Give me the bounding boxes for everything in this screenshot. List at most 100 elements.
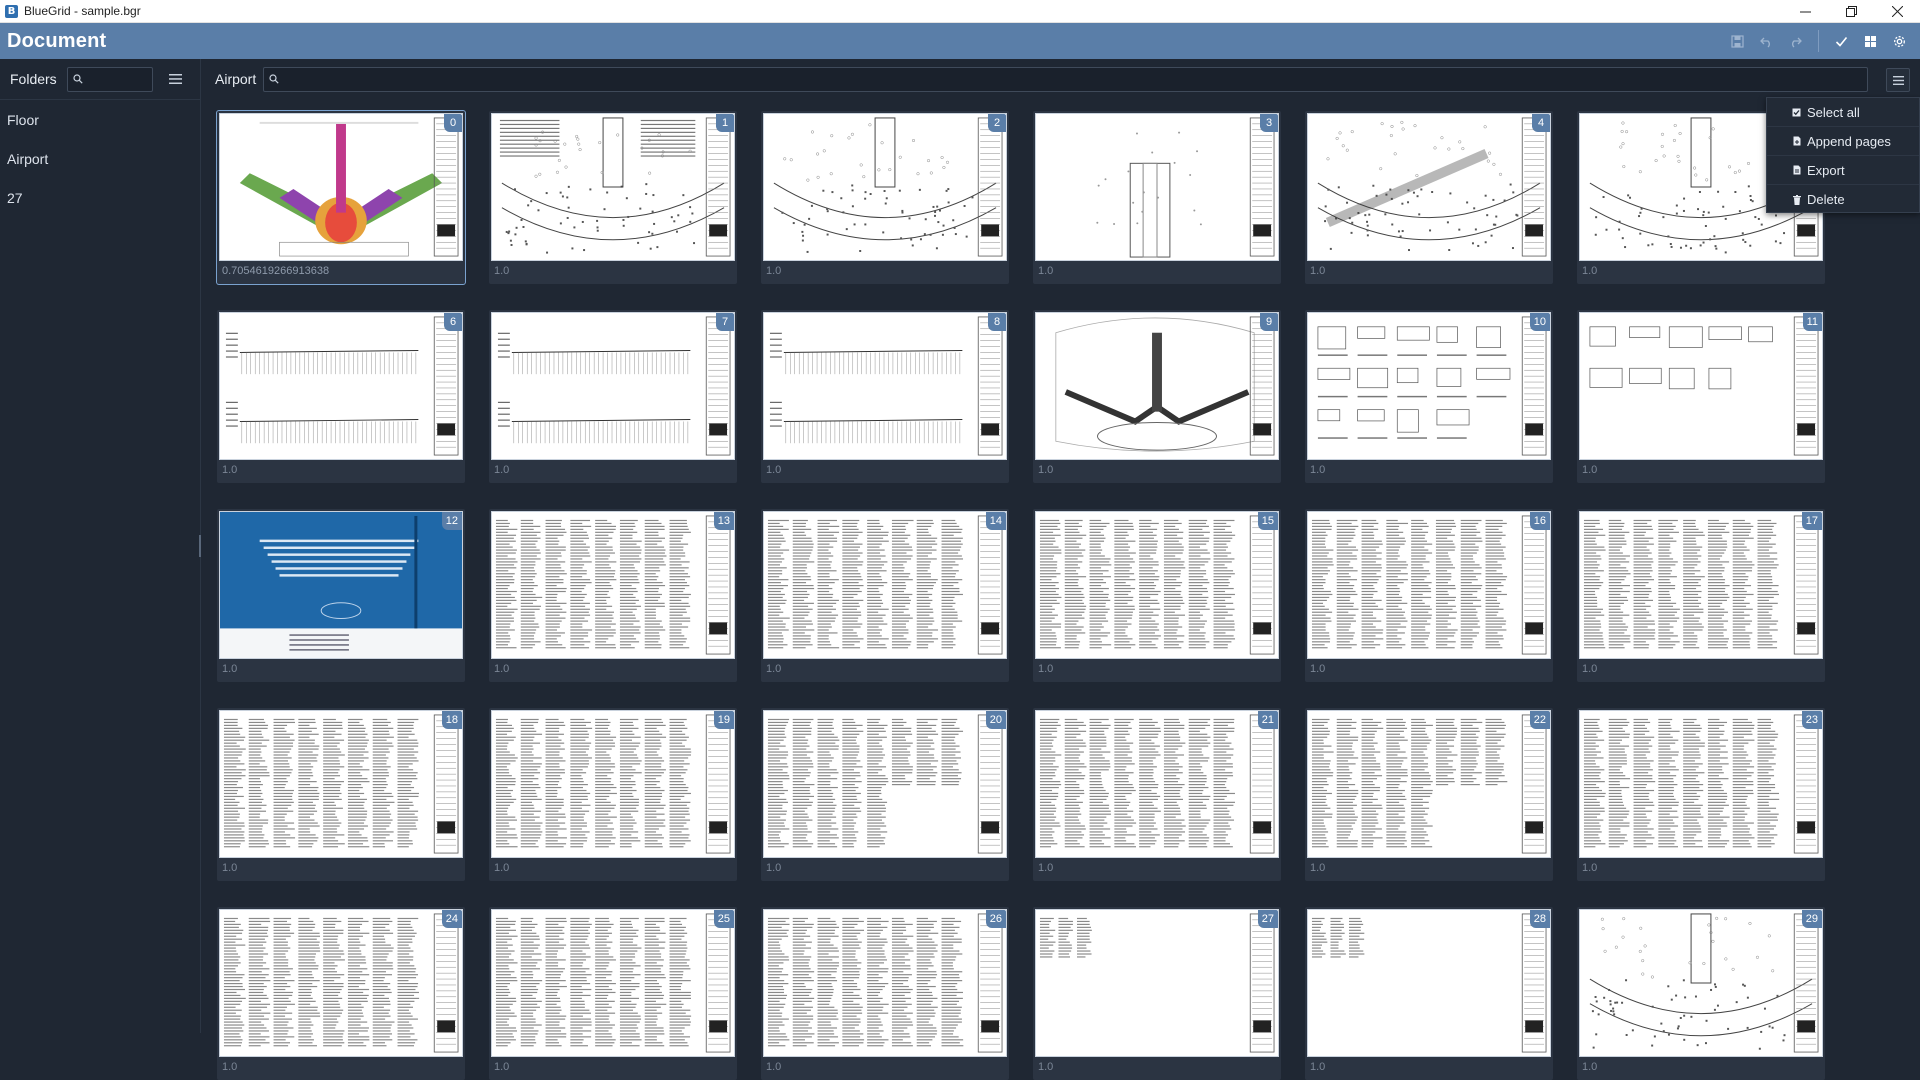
page-index-badge: 13 [714, 512, 734, 530]
settings-icon[interactable] [1885, 23, 1914, 59]
page-index-badge: 14 [986, 512, 1006, 530]
hamburger-icon [1893, 76, 1904, 85]
folders-header: Folders [0, 59, 200, 100]
grid-view-icon[interactable] [1856, 23, 1885, 59]
page-scale-value: 1.0 [1038, 464, 1053, 476]
page-index-badge: 9 [1260, 313, 1278, 331]
page-preview-image: 1 [491, 113, 735, 261]
page-thumbnail-card[interactable]: 171.0 [1577, 509, 1825, 682]
page-thumbnail-card[interactable]: 221.0 [1305, 708, 1553, 881]
undo-icon[interactable] [1752, 23, 1781, 59]
page-scale-value: 1.0 [494, 1061, 509, 1073]
page-scale-value: 1.0 [766, 464, 781, 476]
page-thumbnail-card[interactable]: 61.0 [217, 310, 465, 483]
page-scale-value: 1.0 [494, 265, 509, 277]
page-index-badge: 11 [1803, 313, 1822, 331]
page-index-badge: 10 [1530, 313, 1550, 331]
page-search-input[interactable] [263, 67, 1868, 92]
folder-item[interactable]: Airport [0, 139, 200, 178]
pages-menu-button[interactable] [1886, 68, 1910, 92]
page-thumbnail-card[interactable]: 261.0 [761, 907, 1009, 1080]
page-thumbnail-card[interactable]: 111.0 [1577, 310, 1825, 483]
page-preview-image: 18 [219, 710, 463, 858]
page-scale-value: 1.0 [1038, 1061, 1053, 1073]
page-title: Document [7, 30, 106, 53]
folder-item[interactable]: Floor [0, 100, 200, 139]
page-thumbnail-card[interactable]: 21.0 [761, 111, 1009, 284]
page-thumbnail-card[interactable]: 241.0 [217, 907, 465, 1080]
page-preview-image: 2 [763, 113, 1007, 261]
check-icon[interactable] [1827, 23, 1856, 59]
page-index-badge: 27 [1258, 910, 1278, 928]
page-scale-value: 1.0 [766, 1061, 781, 1073]
menu-item-label: Delete [1807, 192, 1845, 207]
page-thumbnail-card[interactable]: 31.0 [1033, 111, 1281, 284]
folder-search-input[interactable] [67, 67, 153, 92]
page-thumbnail-card[interactable]: 211.0 [1033, 708, 1281, 881]
page-preview-image: 22 [1307, 710, 1551, 858]
folders-sidebar: Folders FloorAirport27 [0, 59, 201, 1033]
page-thumbnail-card[interactable]: 191.0 [489, 708, 737, 881]
page-thumbnail-card[interactable]: 41.0 [1305, 111, 1553, 284]
page-index-badge: 20 [986, 711, 1006, 729]
page-thumbnail-card[interactable]: 181.0 [217, 708, 465, 881]
page-preview-image: 21 [1035, 710, 1279, 858]
restore-icon[interactable] [1828, 0, 1874, 23]
page-scale-value: 1.0 [1310, 265, 1325, 277]
page-thumbnail-card[interactable]: 231.0 [1577, 708, 1825, 881]
page-index-badge: 21 [1258, 711, 1278, 729]
page-thumbnail-card[interactable]: 271.0 [1033, 907, 1281, 1080]
page-thumbnail-card[interactable]: 101.0 [1305, 310, 1553, 483]
toolbar-divider [1818, 30, 1819, 52]
page-index-badge: 23 [1802, 711, 1822, 729]
menu-item-delete[interactable]: Delete [1767, 185, 1919, 214]
page-thumbnail-card[interactable]: 201.0 [761, 708, 1009, 881]
page-scale-value: 1.0 [1582, 464, 1597, 476]
page-thumbnail-card[interactable]: 151.0 [1033, 509, 1281, 682]
page-scale-value: 1.0 [1038, 663, 1053, 675]
page-scale-value: 1.0 [494, 464, 509, 476]
page-index-badge: 29 [1802, 910, 1822, 928]
page-thumbnail-card[interactable]: 281.0 [1305, 907, 1553, 1080]
page-index-badge: 0 [444, 114, 462, 132]
title-bar: B BlueGrid - sample.bgr [0, 0, 1920, 23]
page-preview-image: 7 [491, 312, 735, 460]
page-preview-image: 25 [491, 909, 735, 1057]
page-preview-image: 19 [491, 710, 735, 858]
page-index-badge: 25 [714, 910, 734, 928]
page-thumbnail-card[interactable]: 121.0 [217, 509, 465, 682]
page-thumbnail-card[interactable]: 161.0 [1305, 509, 1553, 682]
page-thumbnail-card[interactable]: 91.0 [1033, 310, 1281, 483]
page-index-badge: 8 [988, 313, 1006, 331]
page-thumbnail-card[interactable]: 81.0 [761, 310, 1009, 483]
page-scale-value: 0.7054619266913638 [222, 265, 329, 277]
window-controls [1782, 0, 1920, 23]
page-scale-value: 1.0 [222, 862, 237, 874]
save-icon[interactable] [1723, 23, 1752, 59]
menu-item-select-all[interactable]: Select all [1767, 98, 1919, 127]
page-preview-image: 11 [1579, 312, 1823, 460]
folders-menu-button[interactable] [167, 70, 185, 88]
minimize-icon[interactable] [1782, 0, 1828, 23]
search-icon [269, 74, 279, 84]
redo-icon[interactable] [1781, 23, 1810, 59]
menu-item-label: Select all [1807, 105, 1860, 120]
close-icon[interactable] [1874, 0, 1920, 23]
page-thumbnail-card[interactable]: 141.0 [761, 509, 1009, 682]
page-index-badge: 19 [714, 711, 734, 729]
page-thumbnail-card[interactable]: 131.0 [489, 509, 737, 682]
page-thumbnail-card[interactable]: 11.0 [489, 111, 737, 284]
menu-item-export[interactable]: Export [1767, 156, 1919, 185]
page-scale-value: 1.0 [1582, 663, 1597, 675]
page-thumbnail-card[interactable]: 251.0 [489, 907, 737, 1080]
page-thumbnail-card[interactable]: 71.0 [489, 310, 737, 483]
page-thumbnail-card[interactable]: 0 0.7054619266913638 [217, 111, 465, 284]
folders-label: Folders [10, 71, 57, 87]
menu-item-append-pages[interactable]: Append pages [1767, 127, 1919, 156]
page-preview-image: 26 [763, 909, 1007, 1057]
page-scale-value: 1.0 [222, 464, 237, 476]
page-index-badge: 15 [1258, 512, 1278, 530]
page-thumbnail-card[interactable]: 291.0 [1577, 907, 1825, 1080]
folder-item[interactable]: 27 [0, 178, 200, 217]
page-index-badge: 18 [442, 711, 462, 729]
